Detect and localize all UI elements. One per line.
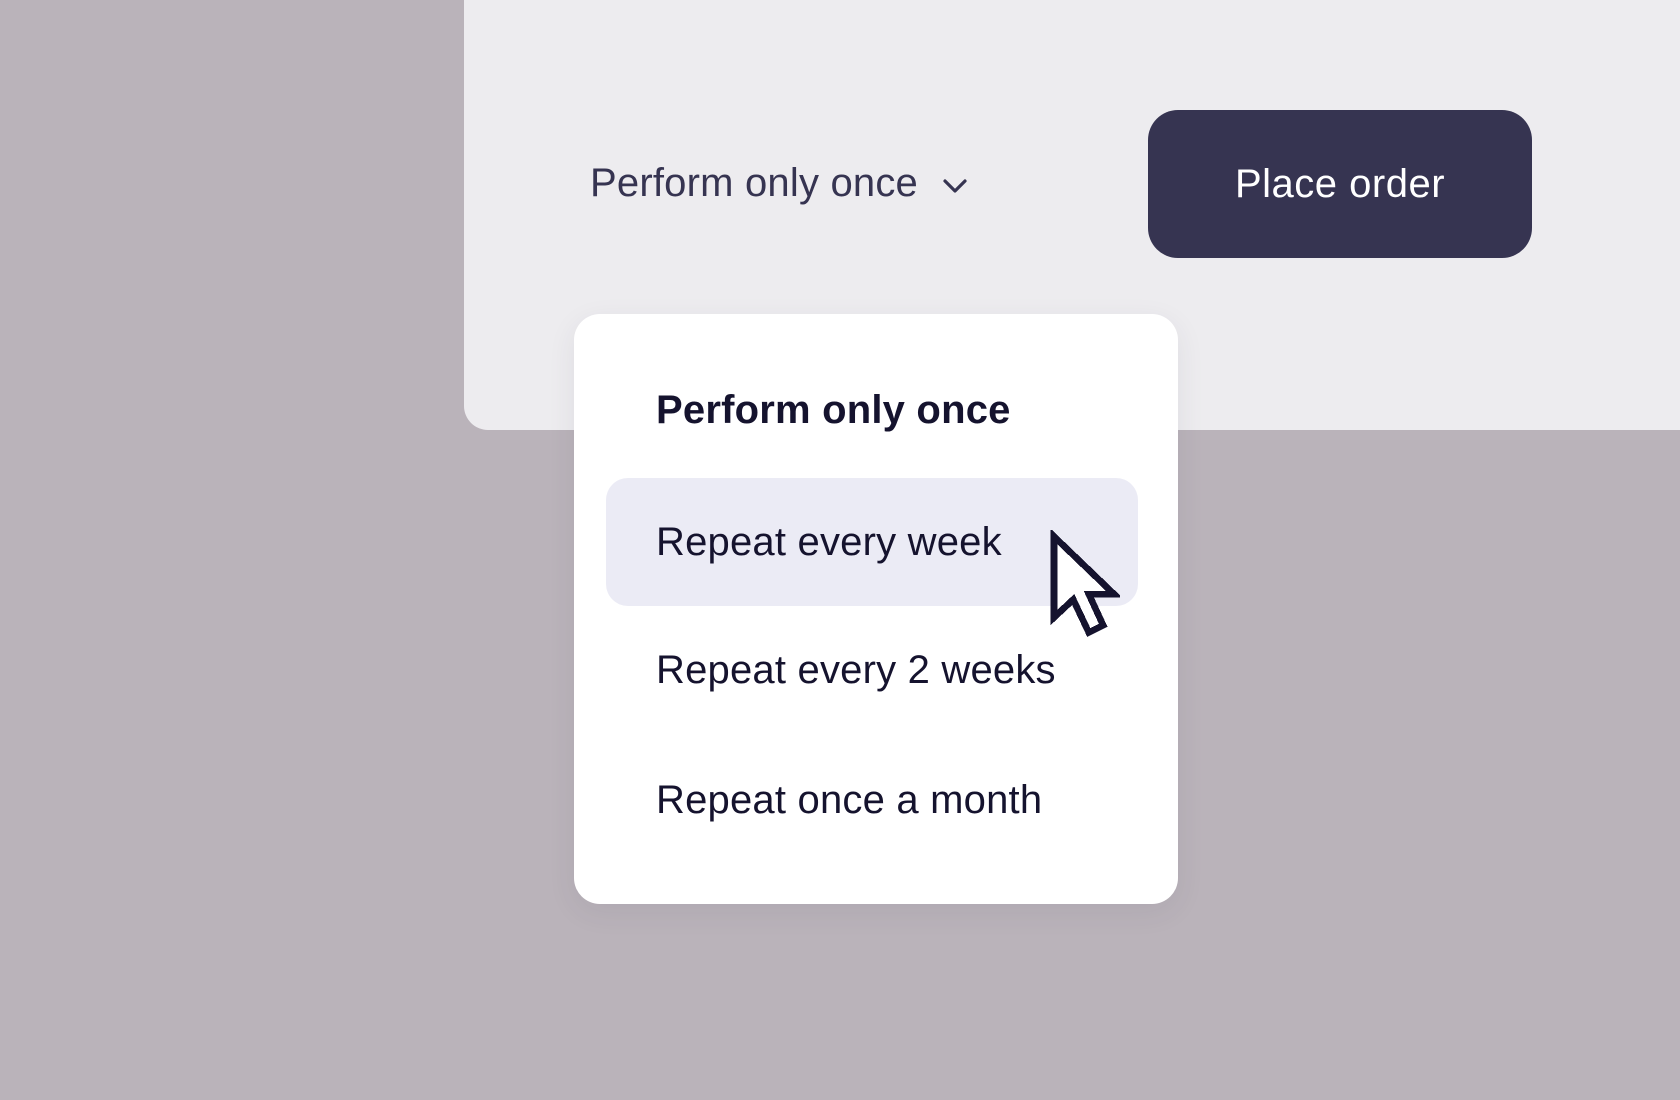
- menu-item-repeat-every-week[interactable]: Repeat every week: [606, 478, 1138, 606]
- menu-item-label: Repeat once a month: [656, 777, 1043, 822]
- menu-item-label: Repeat every 2 weeks: [656, 647, 1056, 692]
- menu-item-repeat-every-2-weeks[interactable]: Repeat every 2 weeks: [606, 606, 1138, 734]
- place-order-button[interactable]: Place order: [1148, 110, 1532, 258]
- chevron-down-icon: [940, 171, 970, 201]
- menu-item-perform-only-once[interactable]: Perform only once: [606, 346, 1138, 474]
- frequency-select[interactable]: Perform only once: [590, 155, 970, 211]
- frequency-dropdown-menu: Perform only once Repeat every week Repe…: [574, 314, 1178, 904]
- menu-item-label: Perform only once: [656, 387, 1011, 432]
- menu-item-label: Repeat every week: [656, 519, 1002, 564]
- menu-item-repeat-once-a-month[interactable]: Repeat once a month: [606, 736, 1138, 864]
- frequency-select-value: Perform only once: [590, 160, 918, 205]
